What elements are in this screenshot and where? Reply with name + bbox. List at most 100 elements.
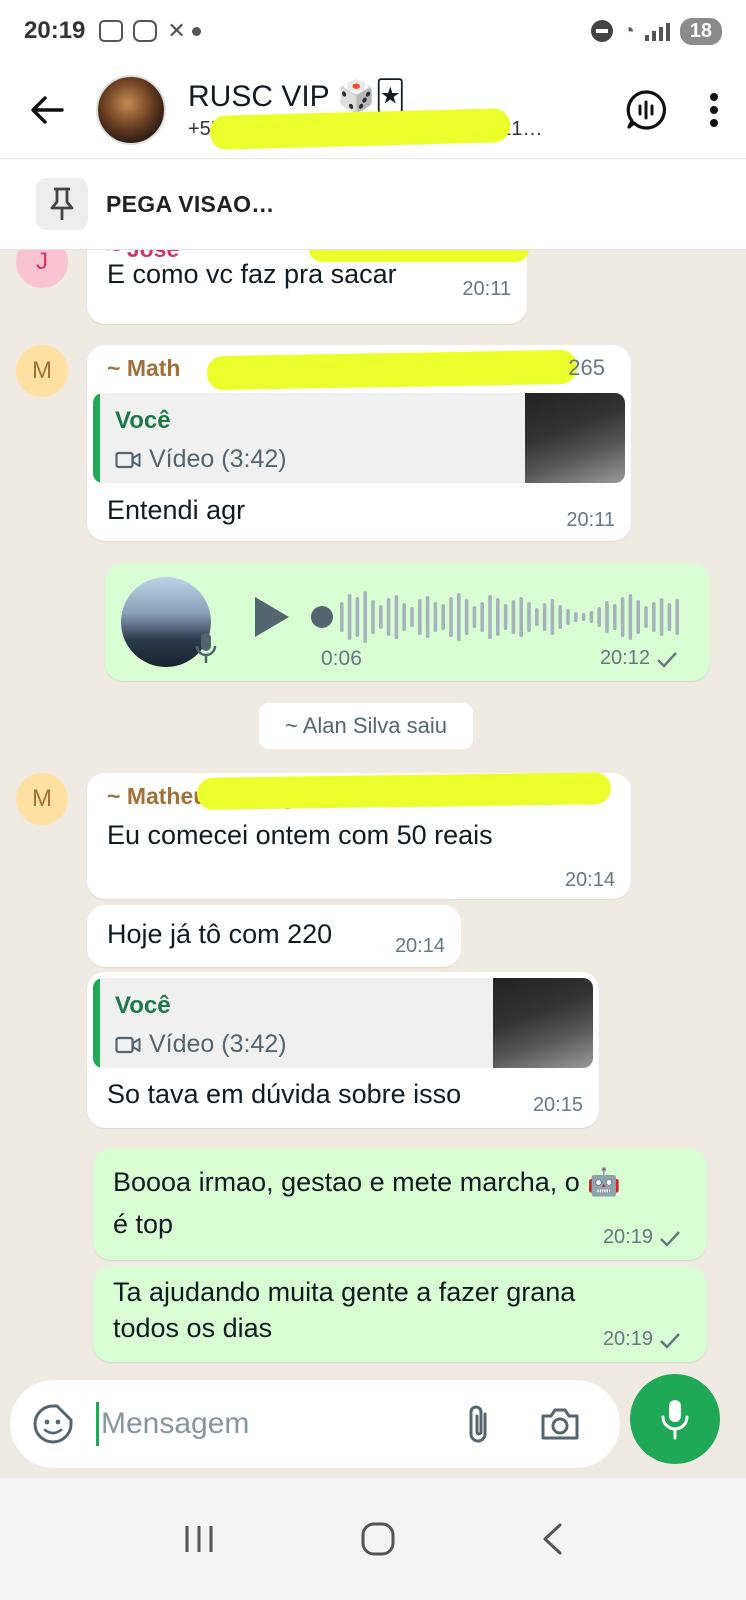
sender-avatar-j[interactable]: J — [16, 250, 68, 288]
waveform-bar — [503, 604, 508, 630]
chat-area[interactable]: J ~ José E como vc faz pra sacar 20:11 M… — [0, 250, 746, 1478]
message-bubble-6[interactable]: Você Vídeo (3:42) So tava em dúvida sobr… — [87, 972, 599, 1128]
redaction-mark — [206, 349, 578, 391]
message-time: 20:11 — [566, 509, 615, 531]
waveform-bar — [636, 600, 640, 634]
mic-icon — [661, 1400, 689, 1440]
waveform-bar — [464, 599, 469, 635]
waveform-bar — [550, 599, 555, 635]
redaction-mark — [196, 772, 612, 810]
waveform-bar — [652, 602, 656, 632]
video-thumbnail — [525, 393, 625, 483]
battery-indicator: 18 — [679, 17, 722, 45]
sender-avatar-m[interactable]: M — [16, 773, 68, 825]
recent-apps-icon[interactable] — [183, 1524, 215, 1554]
message-text-line-1: Boooa irmao, gestao e mete marcha, o 🤖 — [113, 1167, 621, 1197]
dnd-icon — [590, 20, 613, 42]
quoted-message[interactable]: Você Vídeo (3:42) — [93, 393, 625, 483]
more-vert-icon[interactable] — [708, 92, 720, 128]
video-icon — [115, 451, 141, 468]
waveform-bar — [644, 606, 648, 628]
check-icon — [657, 651, 677, 668]
voice-chat-icon[interactable] — [624, 88, 668, 132]
waveform-position-dot[interactable] — [311, 606, 333, 628]
waveform-bar — [581, 613, 586, 621]
redaction-mark — [209, 107, 511, 150]
home-icon[interactable] — [361, 1522, 395, 1556]
message-bubble-4[interactable]: ~ Matheus Albuq Eu comecei ontem com 50 … — [87, 772, 631, 899]
video-thumbnail — [493, 978, 593, 1068]
waveform-bar — [613, 604, 617, 630]
message-bubble-7[interactable]: Boooa irmao, gestao e mete marcha, o 🤖 é… — [93, 1148, 707, 1260]
camera-icon[interactable] — [539, 1406, 581, 1442]
message-text: Entendi agr — [107, 495, 246, 525]
sender-avatar-m[interactable]: M — [16, 345, 68, 397]
waveform-bar — [511, 600, 516, 634]
pinned-text: PEGA VISAO… — [106, 190, 275, 217]
waveform-bar — [379, 605, 383, 629]
quote-media: Vídeo (3:42) — [115, 445, 287, 474]
chat-title-area[interactable]: RUSC VIP 🎲🃏 +55 8221… — [188, 79, 558, 150]
waveform-bar — [410, 607, 414, 627]
quote-accent-bar — [93, 393, 100, 483]
message-bubble-8[interactable]: Ta ajudando muita gente a fazer grana to… — [93, 1266, 707, 1362]
waveform-bar — [340, 602, 344, 632]
waveform-bar — [480, 602, 484, 632]
back-button[interactable] — [18, 81, 76, 139]
pinned-message-bar[interactable]: PEGA VISAO… — [0, 158, 746, 250]
message-text: E como vc faz pra sacar — [107, 259, 397, 289]
notification-dot-icon — [191, 26, 201, 36]
system-message: ~ Alan Silva saiu — [259, 703, 473, 749]
quote-author: Você — [115, 407, 171, 434]
waveform-bar — [496, 598, 500, 636]
wifi-icon: ◔ — [622, 19, 635, 42]
waveform-bar — [605, 601, 609, 633]
message-time-text: 20:12 — [599, 647, 650, 669]
signal-icon — [644, 21, 670, 41]
screenshot-icon — [99, 20, 124, 42]
message-input-container[interactable] — [10, 1380, 620, 1468]
waveform-bar — [347, 594, 352, 640]
message-bubble-2[interactable]: ~ Math 265 Você Vídeo (3:42) Entendi agr… — [87, 345, 631, 541]
quote-author: Você — [115, 992, 171, 1019]
waveform-bar — [488, 595, 492, 639]
sticker-icon[interactable] — [32, 1403, 74, 1445]
waveform-bar — [433, 602, 438, 632]
waveform-bar — [542, 603, 547, 631]
back-arrow-icon — [31, 96, 64, 124]
message-bubble-1[interactable]: ~ José E como vc faz pra sacar 20:11 — [87, 250, 529, 324]
voice-duration: 0:06 — [321, 647, 362, 670]
waveform-bar — [402, 603, 406, 631]
message-sender[interactable]: ~ Math — [107, 355, 180, 382]
waveform-bar — [566, 609, 570, 625]
voice-message-bubble[interactable]: 0:06 20:12 — [105, 563, 710, 681]
message-time: 20:14 — [394, 935, 445, 957]
video-icon — [115, 1036, 141, 1053]
play-icon[interactable] — [251, 595, 291, 639]
attach-icon[interactable] — [463, 1402, 493, 1446]
message-time: 20:15 — [532, 1094, 583, 1116]
voice-record-button[interactable] — [630, 1374, 720, 1464]
message-input[interactable] — [101, 1407, 441, 1441]
voice-waveform[interactable] — [310, 587, 690, 647]
waveform-bar — [472, 606, 477, 628]
waveform-bar — [355, 597, 360, 637]
message-text-line-2: é top — [113, 1209, 174, 1239]
group-avatar[interactable] — [96, 75, 166, 145]
waveform-bar — [558, 605, 562, 629]
waveform-bar — [659, 598, 664, 636]
quoted-message[interactable]: Você Vídeo (3:42) — [93, 978, 593, 1068]
message-bubble-5[interactable]: Hoje já tô com 220 20:14 — [87, 905, 461, 967]
chat-header: RUSC VIP 🎲🃏 +55 8221… — [0, 62, 746, 158]
message-time-text: 20:19 — [602, 1328, 653, 1350]
waveform-bar — [527, 602, 531, 632]
text-cursor — [96, 1402, 99, 1446]
back-nav-icon[interactable] — [541, 1522, 563, 1556]
message-text: So tava em dúvida sobre isso — [107, 1079, 462, 1109]
waveform-bar — [363, 591, 367, 643]
waveform-bar — [597, 607, 601, 627]
status-time: 20:19 — [24, 17, 86, 44]
chat-title: RUSC VIP 🎲🃏 — [188, 79, 406, 113]
pin-icon — [50, 187, 74, 220]
waveform-bar — [457, 593, 461, 641]
